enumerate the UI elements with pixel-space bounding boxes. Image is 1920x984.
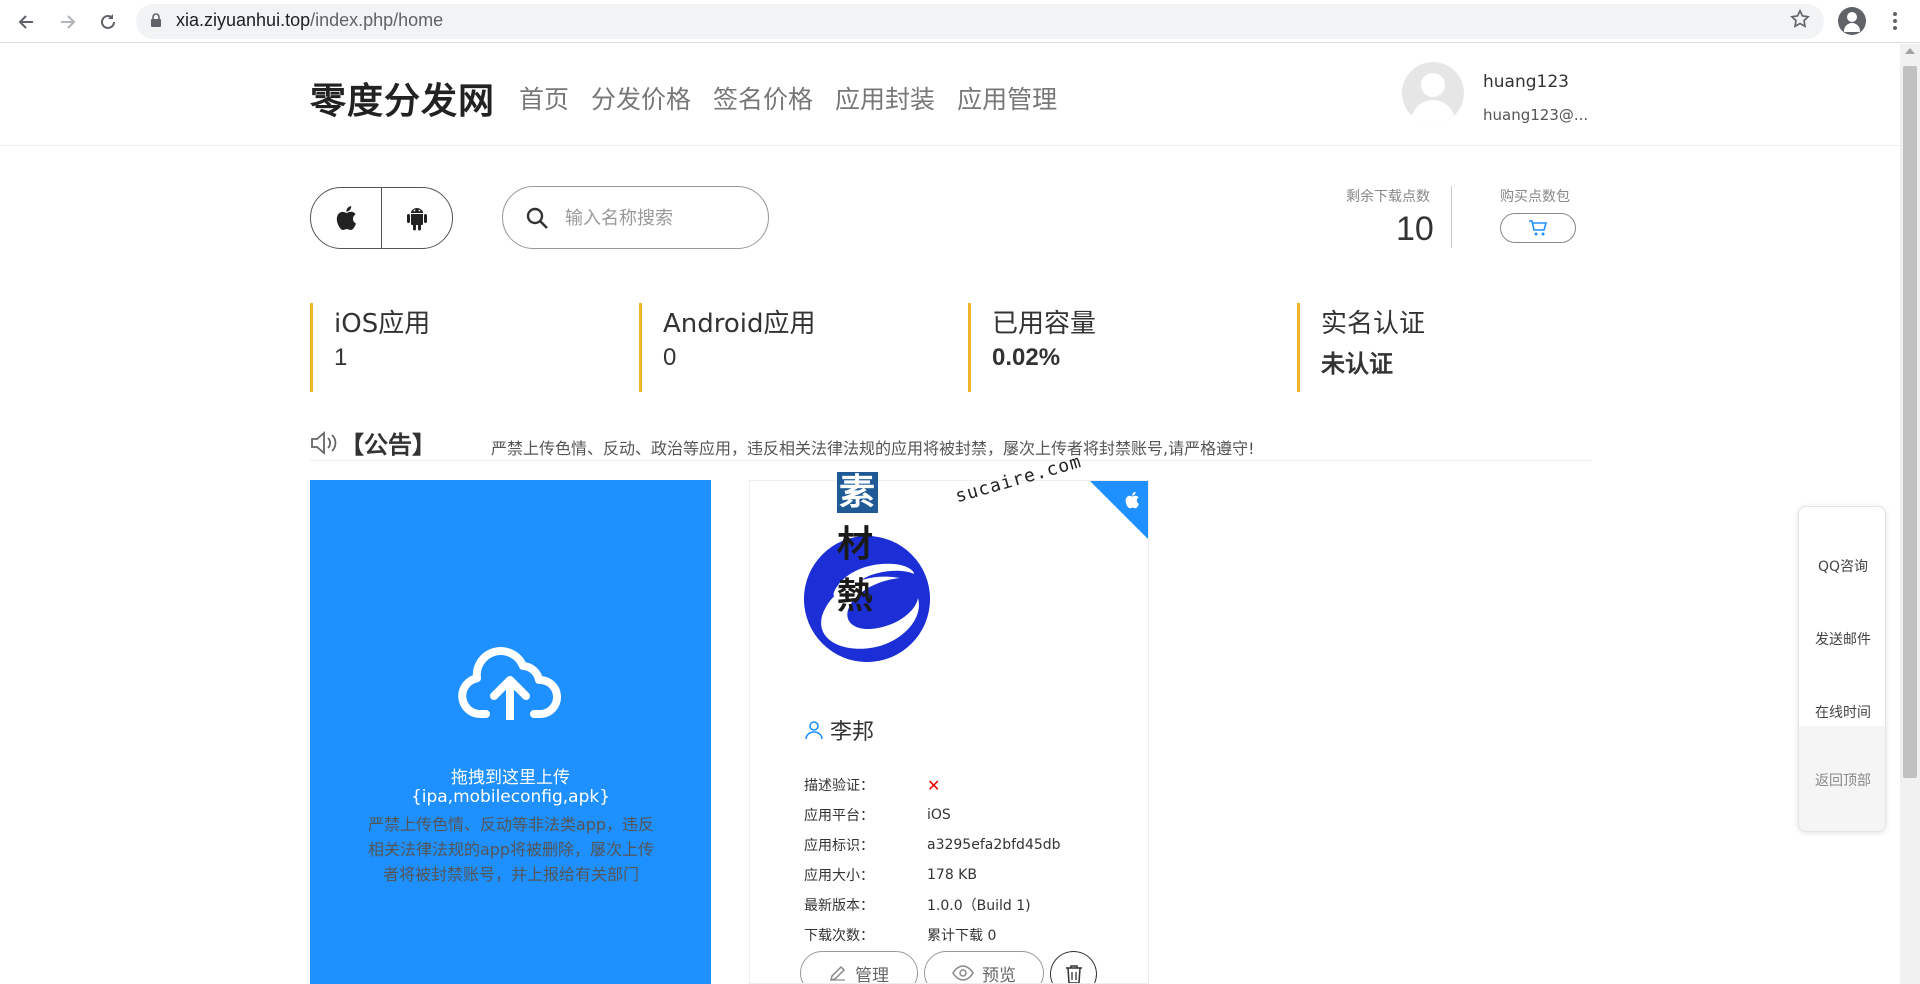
search-icon [526,207,548,229]
preview-label: 预览 [982,965,1016,984]
info-value: iOS [927,807,951,823]
buy-points-button[interactable] [1500,213,1576,243]
nav-home[interactable]: 首页 [519,80,569,116]
manage-button[interactable]: 管理 [800,951,918,984]
stat-value: 1 [334,344,348,371]
site-header: 零度分发网 首页 分发价格 签名价格 应用封装 应用管理 huang123 hu… [0,44,1900,146]
stat-label: 已用容量 [992,309,1097,339]
upload-file-types: {ipa,mobileconfig,apk} [410,787,611,807]
info-key: 最新版本： [804,898,874,914]
upload-warning: 严禁上传色情、反动等非法类app，违反相关法律法规的app将被删除，屡次上传者将… [367,815,655,884]
stat-used-capacity: 已用容量 0.02% [968,303,1268,392]
info-row: 应用平台： iOS [804,800,1124,830]
announcement-text: 严禁上传色情、反动、政治等应用，违反相关法律法规的应用将被封禁，屡次上传者将封禁… [491,439,1255,458]
info-key: 下载次数： [804,928,874,944]
info-row: 最新版本： 1.0.0（Build 1) [804,890,1124,920]
preview-button[interactable]: 预览 [924,951,1044,984]
qq-consult-button[interactable]: QQ咨询 [1799,507,1885,580]
stat-value[interactable]: 未认证 [1321,344,1597,379]
android-filter-button[interactable] [381,188,452,248]
cloud-upload-icon [458,647,561,720]
info-row: 描述验证： ✕ [804,770,1124,800]
page-scrollbar[interactable] [1900,44,1920,984]
delete-button[interactable] [1050,951,1097,983]
brand-logo[interactable]: 零度分发网 [310,72,495,124]
apple-icon [336,206,356,231]
online-time-button[interactable]: 在线时间 [1799,653,1885,726]
info-value: ✕ [927,775,941,795]
menu-kebab-icon[interactable] [1892,10,1898,32]
ios-filter-button[interactable] [311,188,381,248]
search-input[interactable] [565,205,755,231]
android-icon [407,208,427,231]
nav-distribution-price[interactable]: 分发价格 [591,80,691,116]
info-value: 1.0.0（Build 1) [927,898,1031,914]
info-row: 下载次数： 累计下载 0 [804,920,1124,950]
watermark-text: 素材熱 [837,472,879,617]
upload-dropzone[interactable]: 拖拽到这里上传 {ipa,mobileconfig,apk} 严禁上传色情、反动… [310,480,711,984]
platform-corner-badge [1090,481,1148,539]
nav-signing-price[interactable]: 签名价格 [713,80,813,116]
app-card: 李邦 描述验证： ✕ 应用平台： iOS 应用标识： a3295efa2bfd45db… [749,480,1149,984]
url-text[interactable]: xia.ziyuanhui.top/index.php/home [176,10,443,31]
floating-contact-panel: QQ咨询 发送邮件 在线时间 返回顶部 [1798,506,1886,832]
info-row: 应用标识： a3295efa2bfd45db [804,830,1124,860]
info-value: 178 KB [927,867,977,883]
search-box [502,186,769,249]
manage-label: 管理 [855,965,889,984]
send-email-button[interactable]: 发送邮件 [1799,580,1885,653]
main-nav: 首页 分发价格 签名价格 应用封装 应用管理 [519,80,1057,116]
bookmark-star-icon[interactable] [1789,8,1813,32]
app-info-list: 描述验证： ✕ 应用平台： iOS 应用标识： a3295efa2bfd45db 应用… [804,770,1124,950]
info-key: 应用平台： [804,808,874,824]
remaining-downloads-value: 10 [1396,210,1434,248]
avatar[interactable] [1402,62,1464,124]
app-name-row: 李邦 [804,714,874,746]
profile-icon[interactable] [1838,7,1866,35]
platform-toggle [310,187,453,249]
info-key: 描述验证： [804,778,874,794]
announcement-title: 【公告】 [340,431,436,459]
info-value: a3295efa2bfd45db [927,837,1061,853]
user-icon [805,721,823,740]
buy-points-label: 购买点数包 [1500,189,1570,205]
user-email: huang123@... [1483,106,1589,124]
scroll-up-icon[interactable] [1905,48,1915,54]
app-actions: 管理 预览 [800,951,1097,984]
browser-toolbar: xia.ziyuanhui.top/index.php/home [0,0,1920,43]
cart-icon [1529,220,1548,236]
announcement-bar: 【公告】 严禁上传色情、反动、政治等应用，违反相关法律法规的应用将被封禁，屡次上… [310,425,1592,461]
stat-value: 0 [663,344,677,371]
speaker-icon [311,431,337,455]
app-name: 李邦 [830,720,875,745]
divider [1451,186,1452,248]
scrollbar-thumb[interactable] [1903,66,1917,778]
lock-icon [151,13,161,27]
nav-app-management[interactable]: 应用管理 [957,80,1057,116]
info-value: 累计下载 0 [927,928,997,944]
info-row: 应用大小： 178 KB [804,860,1124,890]
info-key: 应用标识： [804,838,874,854]
stat-value: 0.02% [992,344,1061,371]
forward-icon[interactable] [54,8,82,36]
back-icon[interactable] [12,8,40,36]
apple-icon [1125,491,1139,509]
stat-label: Android应用 [663,309,816,339]
stat-real-name: 实名认证 未认证 [1297,303,1597,392]
stat-label: iOS应用 [334,309,431,339]
upload-title: 拖拽到这里上传 [451,768,570,788]
stat-android-apps: Android应用 0 [639,303,939,392]
reload-icon[interactable] [94,8,122,36]
stat-label: 实名认证 [1321,309,1426,339]
back-to-top-button[interactable]: 返回顶部 [1799,726,1885,831]
eye-icon [952,965,974,981]
stat-ios-apps: iOS应用 1 [310,303,610,392]
trash-icon [1065,965,1082,983]
info-key: 应用大小： [804,868,874,884]
nav-app-packaging[interactable]: 应用封装 [835,80,935,116]
username[interactable]: huang123 [1483,72,1569,92]
pencil-icon [829,965,846,982]
remaining-downloads-label: 剩余下载点数 [1346,189,1430,205]
